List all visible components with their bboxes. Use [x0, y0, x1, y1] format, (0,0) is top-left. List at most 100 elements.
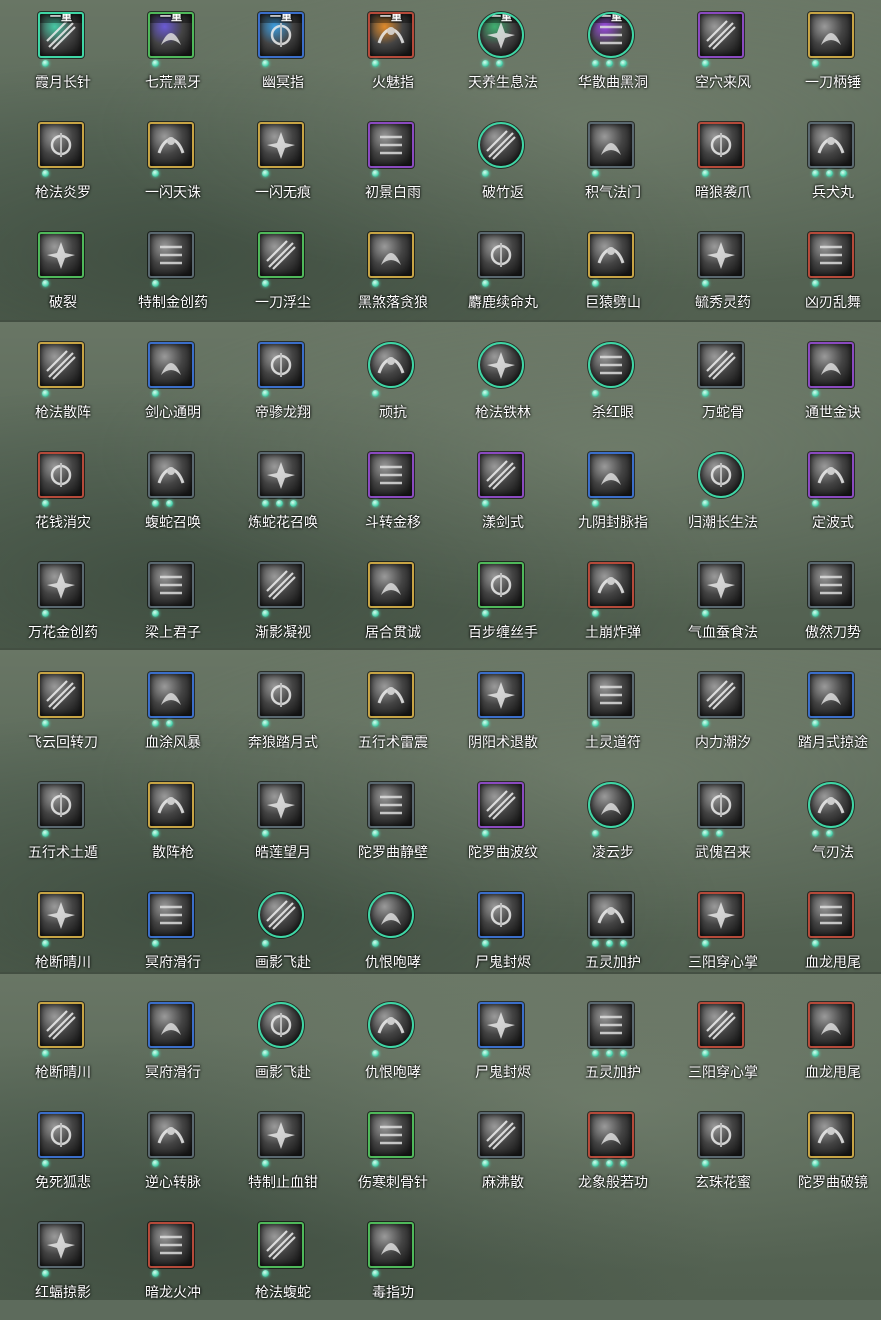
skill-icon[interactable]: 一重 [368, 12, 414, 58]
skill-icon[interactable] [368, 562, 414, 608]
skill-icon[interactable] [588, 1112, 634, 1158]
skill-icon[interactable] [258, 342, 304, 388]
skill-slot[interactable]: 三阳穿心掌 [668, 880, 778, 990]
skill-icon[interactable] [368, 1002, 414, 1048]
skill-icon[interactable] [588, 342, 634, 388]
skill-icon[interactable] [698, 892, 744, 938]
skill-slot[interactable]: 傲然刀势 [778, 550, 881, 660]
skill-slot[interactable]: 万花金创药 [8, 550, 118, 660]
skill-icon[interactable] [148, 892, 194, 938]
skill-slot[interactable]: 顽抗 [338, 330, 448, 440]
skill-slot[interactable]: 毓秀灵药 [668, 220, 778, 330]
skill-icon[interactable] [808, 562, 854, 608]
skill-icon[interactable] [148, 232, 194, 278]
skill-icon[interactable] [368, 452, 414, 498]
skill-slot[interactable]: 毒指功 [338, 1210, 448, 1320]
skill-icon[interactable] [588, 122, 634, 168]
skill-slot[interactable]: 气血蚕食法 [668, 550, 778, 660]
skill-slot[interactable]: 逆心转脉 [118, 1100, 228, 1210]
skill-slot[interactable]: 剑心通明 [118, 330, 228, 440]
skill-icon[interactable] [698, 232, 744, 278]
skill-slot[interactable]: 破裂 [8, 220, 118, 330]
skill-icon[interactable] [368, 232, 414, 278]
skill-icon[interactable]: 一重 [588, 12, 634, 58]
skill-icon[interactable] [588, 1002, 634, 1048]
skill-slot[interactable]: 巨猿劈山 [558, 220, 668, 330]
skill-slot[interactable]: 伤寒刺骨针 [338, 1100, 448, 1210]
skill-slot[interactable]: 陀罗曲破镜 [778, 1100, 881, 1210]
skill-slot[interactable]: 血龙甩尾 [778, 990, 881, 1100]
skill-slot[interactable]: 梁上君子 [118, 550, 228, 660]
skill-slot[interactable]: 五行术雷震 [338, 660, 448, 770]
skill-icon[interactable] [148, 1002, 194, 1048]
skill-icon[interactable] [148, 562, 194, 608]
skill-slot[interactable]: 免死狐悲 [8, 1100, 118, 1210]
skill-slot[interactable]: 九阴封脉指 [558, 440, 668, 550]
skill-icon[interactable] [698, 562, 744, 608]
skill-slot[interactable]: 冥府滑行 [118, 990, 228, 1100]
skill-slot[interactable]: 万蛇骨 [668, 330, 778, 440]
skill-slot[interactable]: 踏月式掠途 [778, 660, 881, 770]
skill-icon[interactable] [808, 1112, 854, 1158]
skill-icon[interactable] [258, 1112, 304, 1158]
skill-icon[interactable] [368, 672, 414, 718]
skill-icon[interactable] [148, 672, 194, 718]
skill-slot[interactable]: 奔狼踏月式 [228, 660, 338, 770]
skill-icon[interactable] [368, 1222, 414, 1268]
skill-icon[interactable] [38, 782, 84, 828]
skill-icon[interactable] [808, 452, 854, 498]
skill-icon[interactable]: 一重 [478, 12, 524, 58]
skill-slot[interactable]: 枪法炎罗 [8, 110, 118, 220]
skill-slot[interactable]: 三阳穿心掌 [668, 990, 778, 1100]
skill-slot[interactable]: 散阵枪 [118, 770, 228, 880]
skill-slot[interactable]: 仇恨咆哮 [338, 880, 448, 990]
skill-icon[interactable] [588, 562, 634, 608]
skill-slot[interactable]: 炼蛇花召唤 [228, 440, 338, 550]
skill-icon[interactable] [808, 672, 854, 718]
skill-slot[interactable]: 一重 火魅指 [338, 0, 448, 110]
skill-slot[interactable]: 积气法门 [558, 110, 668, 220]
skill-icon[interactable] [38, 232, 84, 278]
skill-slot[interactable]: 皓莲望月 [228, 770, 338, 880]
skill-icon[interactable] [38, 562, 84, 608]
skill-slot[interactable]: 飞云回转刀 [8, 660, 118, 770]
skill-icon[interactable] [258, 562, 304, 608]
skill-slot[interactable]: 枪断晴川 [8, 880, 118, 990]
skill-icon[interactable] [148, 1222, 194, 1268]
skill-icon[interactable] [698, 342, 744, 388]
skill-icon[interactable] [698, 672, 744, 718]
skill-icon[interactable] [368, 342, 414, 388]
skill-icon[interactable] [588, 672, 634, 718]
skill-slot[interactable]: 一刀浮尘 [228, 220, 338, 330]
skill-icon[interactable] [258, 782, 304, 828]
skill-icon[interactable] [38, 1112, 84, 1158]
skill-icon[interactable] [478, 892, 524, 938]
skill-icon[interactable] [808, 12, 854, 58]
skill-icon[interactable] [38, 672, 84, 718]
skill-icon[interactable] [478, 562, 524, 608]
skill-slot[interactable]: 一刀柄锤 [778, 0, 881, 110]
skill-slot[interactable]: 一重 七荒黑牙 [118, 0, 228, 110]
skill-slot[interactable]: 凶刃乱舞 [778, 220, 881, 330]
skill-icon[interactable] [808, 892, 854, 938]
skill-slot[interactable]: 枪法蝮蛇 [228, 1210, 338, 1320]
skill-icon[interactable] [478, 122, 524, 168]
skill-slot[interactable]: 陀罗曲波纹 [448, 770, 558, 880]
skill-icon[interactable] [148, 342, 194, 388]
skill-slot[interactable]: 尸鬼封烬 [448, 880, 558, 990]
skill-slot[interactable]: 花钱消灾 [8, 440, 118, 550]
skill-slot[interactable]: 漾剑式 [448, 440, 558, 550]
skill-icon[interactable] [368, 782, 414, 828]
skill-slot[interactable]: 麝鹿续命丸 [448, 220, 558, 330]
skill-icon[interactable] [258, 1222, 304, 1268]
skill-icon[interactable] [258, 1002, 304, 1048]
skill-icon[interactable]: 一重 [258, 12, 304, 58]
skill-slot[interactable]: 一重 天养生息法 [448, 0, 558, 110]
skill-icon[interactable] [808, 122, 854, 168]
skill-slot[interactable]: 土灵道符 [558, 660, 668, 770]
skill-slot[interactable]: 陀罗曲静壁 [338, 770, 448, 880]
skill-icon[interactable] [808, 232, 854, 278]
skill-icon[interactable] [258, 672, 304, 718]
skill-icon[interactable] [368, 1112, 414, 1158]
skill-slot[interactable]: 仇恨咆哮 [338, 990, 448, 1100]
